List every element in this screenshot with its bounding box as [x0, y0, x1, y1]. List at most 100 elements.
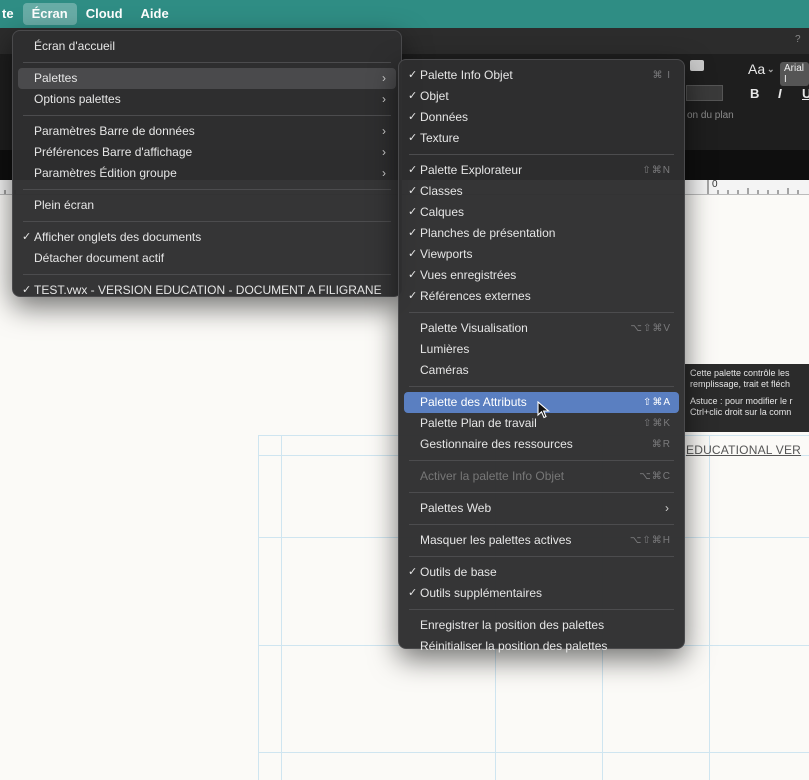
menu-separator: [409, 386, 674, 387]
menu-item-options-palettes[interactable]: Options palettes ›: [18, 89, 396, 110]
menu-item-label: Outils supplémentaires: [420, 586, 543, 600]
tooltip-line: remplissage, trait et fléch: [690, 379, 791, 389]
submenu-item-classes[interactable]: ✓ Classes: [404, 181, 679, 202]
bold-button[interactable]: B: [750, 86, 759, 101]
menu-item-label: Texture: [420, 131, 460, 145]
menu-item-label: Masquer les palettes actives: [420, 533, 572, 547]
chevron-right-icon: ›: [382, 124, 386, 138]
submenu-item-masquer-les-palettes-actives[interactable]: Masquer les palettes actives ⌥⇧⌘H: [404, 530, 679, 551]
menu-item-parametres-edition-groupe[interactable]: Paramètres Édition groupe ›: [18, 163, 396, 184]
submenu-item-palettes-web[interactable]: Palettes Web ›: [404, 498, 679, 519]
ecran-menu: Écran d'accueil Palettes › Options palettes…: [12, 30, 402, 297]
checkmark-icon: ✓: [408, 132, 418, 144]
grid-line: [709, 435, 710, 780]
menu-item-afficher-onglets-des-documents[interactable]: ✓ Afficher onglets des documents: [18, 227, 396, 248]
menu-bar-item-aide[interactable]: Aide: [132, 3, 178, 25]
plan-label: on du plan: [687, 110, 734, 121]
submenu-item-donnees[interactable]: ✓ Données: [404, 107, 679, 128]
italic-button[interactable]: I: [778, 86, 782, 101]
menu-item-label: Calques: [420, 205, 465, 219]
menu-separator: [23, 274, 391, 275]
menu-item-label: Paramètres Barre de données: [34, 124, 195, 138]
menu-item-label: Palette Info Objet: [420, 68, 513, 82]
plan-field[interactable]: [686, 85, 723, 101]
menu-bar-item-cloud[interactable]: Cloud: [77, 3, 132, 25]
submenu-item-enregistrer-la-position-des-palettes[interactable]: Enregistrer la position des palettes: [404, 615, 679, 636]
menu-item-label: Plein écran: [34, 198, 95, 212]
submenu-item-vues-enregistrees[interactable]: ✓ Vues enregistrées: [404, 265, 679, 286]
help-icon[interactable]: ?: [795, 34, 801, 45]
submenu-item-references-externes[interactable]: ✓ Références externes: [404, 286, 679, 307]
checkmark-icon: ✓: [408, 90, 418, 102]
menu-separator: [409, 556, 674, 557]
submenu-item-palette-info-objet[interactable]: ✓ Palette Info Objet ⌘ I: [404, 65, 679, 86]
submenu-item-viewports[interactable]: ✓ Viewports: [404, 244, 679, 265]
menu-item-label: Classes: [420, 184, 463, 198]
submenu-item-palette-visualisation[interactable]: Palette Visualisation ⌥⇧⌘V: [404, 318, 679, 339]
menu-item-label: Palettes: [34, 71, 78, 85]
submenu-item-palette-explorateur[interactable]: ✓ Palette Explorateur ⇧⌘N: [404, 160, 679, 181]
menu-item-label: Données: [420, 110, 469, 124]
submenu-item-reinitialiser-la-position-des-palettes[interactable]: Réinitialiser la position des palettes: [404, 636, 679, 657]
text-style-button[interactable]: Aa: [748, 61, 765, 77]
menu-item-label: Écran d'accueil: [34, 39, 115, 53]
submenu-item-texture[interactable]: ✓ Texture: [404, 128, 679, 149]
grid-line: [258, 435, 259, 780]
object-icon[interactable]: [690, 60, 704, 71]
menu-item-test-vwx-version-education-document-a-fi[interactable]: ✓ TEST.vwx - VERSION EDUCATION - DOCUMENT…: [18, 280, 396, 301]
submenu-item-planches-de-presentation[interactable]: ✓ Planches de présentation: [404, 223, 679, 244]
checkmark-icon: ✓: [22, 284, 32, 296]
checkmark-icon: ✓: [22, 231, 32, 243]
font-selector[interactable]: Arial I: [780, 62, 809, 86]
mouse-cursor-icon: [537, 401, 550, 419]
menu-separator: [409, 460, 674, 461]
grid-line: [258, 752, 809, 753]
menu-item-label: TEST.vwx - VERSION EDUCATION - DOCUMENT …: [34, 283, 382, 297]
menu-item-label: Afficher onglets des documents: [34, 230, 202, 244]
menu-item-ecran-d-accueil[interactable]: Écran d'accueil: [18, 36, 396, 57]
menu-item-label: Réinitialiser la position des palettes: [420, 639, 608, 653]
tooltip-line: Astuce : pour modifier le r: [690, 396, 793, 406]
menu-item-parametres-barre-de-donnees[interactable]: Paramètres Barre de données ›: [18, 121, 396, 142]
chevron-right-icon: ›: [382, 71, 386, 85]
menu-item-label: Objet: [420, 89, 449, 103]
menu-separator: [409, 609, 674, 610]
keyboard-shortcut: ⌥⌘C: [639, 471, 671, 482]
keyboard-shortcut: ⌘ I: [652, 70, 671, 81]
menu-separator: [23, 189, 391, 190]
checkmark-icon: ✓: [408, 248, 418, 260]
submenu-item-lumieres[interactable]: Lumières: [404, 339, 679, 360]
checkmark-icon: ✓: [408, 206, 418, 218]
underline-button[interactable]: U: [802, 86, 809, 101]
chevron-right-icon: ›: [382, 145, 386, 159]
submenu-item-outils-supplementaires[interactable]: ✓ Outils supplémentaires: [404, 583, 679, 604]
submenu-item-gestionnaire-des-ressources[interactable]: Gestionnaire des ressources ⌘R: [404, 434, 679, 455]
menu-item-palettes[interactable]: Palettes ›: [18, 68, 396, 89]
menu-item-preferences-barre-d-affichage[interactable]: Préférences Barre d'affichage ›: [18, 142, 396, 163]
menu-item-label: Lumières: [420, 342, 470, 356]
ruler-origin-label: 0: [712, 179, 718, 190]
chevron-down-icon[interactable]: ⌄: [767, 64, 775, 75]
menu-item-detacher-document-actif[interactable]: Détacher document actif: [18, 248, 396, 269]
submenu-item-outils-de-base[interactable]: ✓ Outils de base: [404, 562, 679, 583]
submenu-item-calques[interactable]: ✓ Calques: [404, 202, 679, 223]
menu-item-plein-ecran[interactable]: Plein écran: [18, 195, 396, 216]
menu-item-label: Enregistrer la position des palettes: [420, 618, 605, 632]
menu-item-label: Options palettes: [34, 92, 121, 106]
menu-separator: [409, 154, 674, 155]
educational-watermark: EDUCATIONAL VER: [686, 443, 802, 457]
menu-item-label: Références externes: [420, 289, 531, 303]
menu-item-label: Palette Visualisation: [420, 321, 528, 335]
submenu-item-objet[interactable]: ✓ Objet: [404, 86, 679, 107]
menu-item-label: Caméras: [420, 363, 469, 377]
menu-separator: [409, 312, 674, 313]
checkmark-icon: ✓: [408, 185, 418, 197]
submenu-item-cameras[interactable]: Caméras: [404, 360, 679, 381]
menu-bar-item-previous[interactable]: te: [0, 3, 23, 25]
menu-item-label: Gestionnaire des ressources: [420, 437, 573, 451]
menu-bar-item-ecran[interactable]: Écran: [22, 3, 77, 25]
keyboard-shortcut: ⇧⌘N: [642, 165, 671, 176]
checkmark-icon: ✓: [408, 111, 418, 123]
menu-item-label: Préférences Barre d'affichage: [34, 145, 193, 159]
menu-item-label: Palette des Attributs: [420, 395, 527, 409]
